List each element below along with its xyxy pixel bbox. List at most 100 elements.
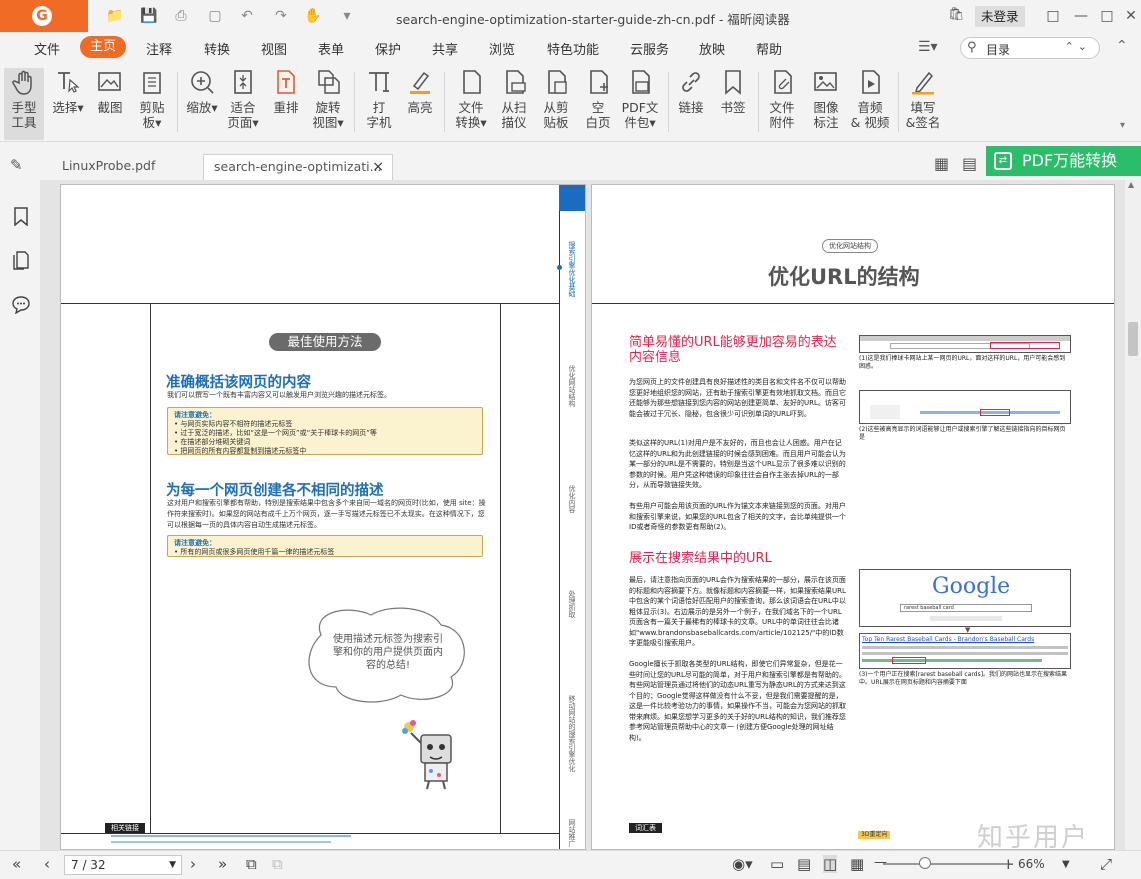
from-clipboard-button[interactable]: 从剪 贴板 [540, 68, 572, 130]
zoom-slider-knob[interactable] [919, 857, 931, 869]
menu-home[interactable]: 主页 [80, 36, 127, 58]
pages-panel-icon[interactable] [11, 250, 31, 270]
highlight-button[interactable]: 高亮 [404, 68, 436, 115]
next-view-icon[interactable]: ⧉ [272, 855, 283, 873]
link-button[interactable]: 链接 [676, 68, 706, 115]
previous-view-icon[interactable]: ⧉ [246, 855, 257, 873]
file-convert-icon [463, 70, 481, 94]
menu-help[interactable]: 帮助 [756, 39, 782, 58]
hand-tool-button[interactable]: 手型 工具 [4, 68, 44, 140]
document-viewer[interactable]: 搜索引擎优化基础 优化网站结构 优化内容 处理抓取 移动网站的搜索引擎优化 网站… [40, 180, 1125, 850]
collapse-ribbon-icon[interactable]: ⌃ [1116, 38, 1128, 54]
page-number-input[interactable]: 7 / 32 ▼ [64, 855, 182, 875]
menu-comment[interactable]: 注释 [146, 39, 172, 58]
rotate-view-button[interactable]: 旋转 视图▾ [310, 68, 346, 130]
page-icon[interactable]: ▢ [206, 7, 224, 25]
continuous-page-icon[interactable]: ▤ [797, 855, 811, 873]
tab-close-button[interactable]: × [372, 155, 384, 179]
select-button[interactable]: 选择▾ [52, 68, 84, 115]
print-icon[interactable]: ⎙ [172, 7, 190, 25]
ribbon-expand-icon[interactable]: ▾ [1120, 120, 1125, 131]
menu-file[interactable]: 文件 [34, 39, 60, 58]
menu-features[interactable]: 特色功能 [547, 39, 599, 58]
browser-url-screenshot [859, 335, 1071, 353]
vertical-scrollbar[interactable]: ▲ [1125, 180, 1141, 850]
scrollbar-thumb[interactable] [1128, 322, 1138, 356]
read-mode-icon[interactable]: ◉▾ [732, 855, 753, 873]
image-annotation-button[interactable]: 图像 标注 [810, 68, 842, 130]
menu-protect[interactable]: 保护 [375, 39, 401, 58]
heading-summary: 准确概括该网页的内容 [166, 375, 311, 391]
close-window-button[interactable]: ✕ [1118, 4, 1141, 28]
pdf-convert-banner[interactable]: ⇄ PDF万能转换 [986, 146, 1141, 176]
file-convert-button[interactable]: 文件 转换▾ [454, 68, 488, 130]
login-button[interactable]: 未登录 [975, 6, 1025, 27]
reflow-button[interactable]: 重排 [270, 68, 302, 115]
file-attachment-button[interactable]: 文件 附件 [766, 68, 798, 130]
redo-icon[interactable]: ↷ [272, 7, 290, 25]
typewriter-button[interactable]: 打 字机 [364, 68, 394, 130]
layout-toggle-icon[interactable]: ▤ [962, 154, 977, 173]
attachment-label-1: 文件 [769, 100, 795, 115]
customize-quick-access-icon[interactable]: ▾ [338, 7, 356, 25]
search-nav-chevrons-icon[interactable]: ⌃⌄ [1065, 40, 1091, 53]
tab-linuxprobe[interactable]: LinuxProbe.pdf [52, 154, 202, 180]
related-link-line[interactable] [111, 841, 331, 843]
grid-view-icon[interactable]: ▦ [934, 154, 949, 173]
scanner-label-1: 从扫 [501, 100, 527, 115]
shop-icon[interactable]: 🛍 [948, 7, 965, 22]
fill-sign-button[interactable]: 填写 &签名 [904, 68, 942, 130]
from-clipboard-label-1: 从剪 [543, 100, 569, 115]
note-item: 把网页的所有内容都复制到描述元标签中 [180, 447, 307, 455]
menu-view[interactable]: 视图 [261, 39, 287, 58]
undo-icon[interactable]: ↶ [238, 7, 256, 25]
paragraph: 我们可以撰写一个既有丰富内容又可以触发用户浏览兴趣的描述元标签。 [167, 391, 391, 399]
zoom-dropdown-icon[interactable]: ▼ [1062, 859, 1070, 870]
zoom-level[interactable]: 66% [1018, 857, 1045, 871]
bookmark-button[interactable]: 书签 [718, 68, 748, 115]
scroll-up-icon[interactable]: ▲ [1128, 180, 1134, 189]
search-options-icon[interactable]: ☰▾ [918, 39, 938, 55]
from-scanner-button[interactable]: 从扫 描仪 [498, 68, 530, 130]
fit-page-button[interactable]: 适合 页面▾ [226, 68, 260, 130]
zoom-label: 缩放 [186, 100, 212, 115]
audio-video-button[interactable]: 音频 & 视频 [850, 68, 890, 130]
app-logo[interactable]: G [0, 0, 88, 32]
menu-convert[interactable]: 转换 [204, 39, 230, 58]
menu-form[interactable]: 表单 [318, 39, 344, 58]
bookmark-label: 书签 [720, 100, 746, 115]
feedback-icon[interactable]: □ [1040, 4, 1066, 28]
continuous-facing-icon[interactable]: ▦ [850, 855, 864, 873]
bookmarks-panel-icon[interactable] [11, 206, 31, 226]
first-page-icon[interactable]: « [12, 855, 21, 873]
facing-page-icon[interactable]: ◫ [823, 855, 838, 873]
minimize-button[interactable]: — [1068, 4, 1094, 28]
single-page-icon[interactable]: ▭ [770, 855, 784, 873]
menu-browse[interactable]: 浏览 [489, 39, 515, 58]
blank-page-button[interactable]: 空 白页 [582, 68, 614, 130]
save-icon[interactable]: 💾 [140, 7, 158, 25]
maximize-button[interactable]: □ [1094, 4, 1120, 28]
previous-page-icon[interactable]: ‹ [44, 855, 50, 873]
side-label: 优化内容 [568, 485, 576, 513]
open-folder-icon[interactable]: 📁 [106, 7, 124, 25]
next-page-icon[interactable]: › [190, 855, 196, 873]
snapshot-button[interactable]: 截图 [94, 68, 126, 115]
clipboard-button[interactable]: 剪贴 板▾ [136, 68, 168, 130]
pdf-portfolio-button[interactable]: PDF文 件包▾ [620, 68, 660, 130]
page-dropdown-icon[interactable]: ▼ [169, 856, 176, 874]
related-link-line[interactable] [111, 835, 351, 837]
menu-slideshow[interactable]: 放映 [699, 39, 725, 58]
edit-pencil-icon[interactable]: ✎ [10, 156, 23, 174]
fullscreen-icon[interactable]: ⤢ [1100, 855, 1112, 873]
menu-cloud[interactable]: 云服务 [630, 39, 669, 58]
file-convert-label-1: 文件 [458, 100, 484, 115]
last-page-icon[interactable]: » [218, 855, 227, 873]
comments-panel-icon[interactable] [11, 294, 31, 314]
search-input[interactable]: ⚲ 目录 ⌃⌄ [960, 37, 1100, 59]
hand-dropdown-icon[interactable]: ✋ [304, 7, 322, 25]
menu-share[interactable]: 共享 [432, 39, 458, 58]
zoom-slider-track[interactable] [883, 863, 1008, 865]
zoom-button[interactable]: 缩放▾ [186, 68, 218, 115]
tab-seo-guide[interactable]: search-engine-optimizati... × [203, 154, 393, 180]
